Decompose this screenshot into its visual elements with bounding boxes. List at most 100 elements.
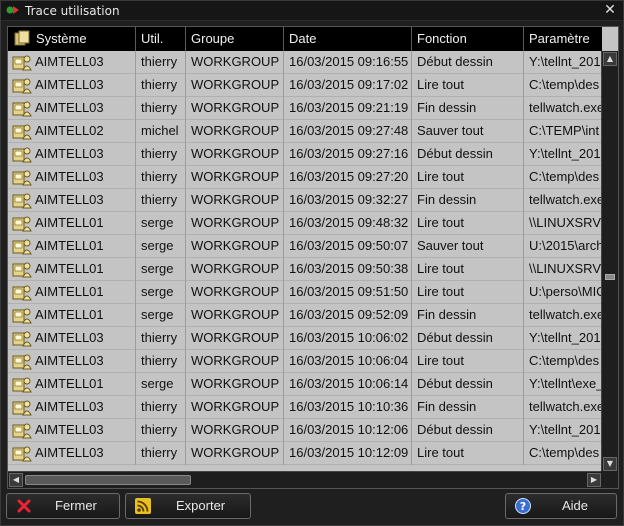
cell-fonction: Fin dessin: [412, 97, 524, 120]
computer-user-icon: [12, 193, 32, 209]
table-row[interactable]: AIMTELL03 thierry WORKGROUP 16/03/2015 09:1…: [8, 51, 602, 74]
help-button[interactable]: ? Aide: [505, 493, 617, 519]
computer-user-icon: [12, 400, 32, 416]
computer-user-icon: [12, 170, 32, 186]
table-row[interactable]: AIMTELL03 thierry WORKGROUP 16/03/2015 10:0…: [8, 350, 602, 373]
cell-parametre: Y:\tellnt\exe_: [529, 376, 602, 391]
cell-date: 16/03/2015 10:12:09: [284, 442, 412, 465]
cell-systeme: AIMTELL03: [8, 97, 136, 120]
vertical-scroll-thumb[interactable]: [605, 274, 615, 280]
cell-parametre: \\LINUXSRV\: [529, 261, 602, 276]
table-row[interactable]: AIMTELL03 thierry WORKGROUP 16/03/2015 09:1…: [8, 74, 602, 97]
table-row[interactable]: AIMTELL03 thierry WORKGROUP 16/03/2015 09:2…: [8, 166, 602, 189]
cell-parametre: C:\temp\des: [529, 169, 600, 184]
cell-fonction: Lire tout: [412, 212, 524, 235]
table-row[interactable]: AIMTELL03 thierry WORKGROUP 16/03/2015 10:1…: [8, 442, 602, 465]
cell-groupe: WORKGROUP: [186, 97, 284, 120]
cell-fonction: Sauver tout: [412, 235, 524, 258]
system-name: AIMTELL03: [35, 445, 104, 460]
trace-window: Trace utilisation ✕ Système Util. Groupe…: [0, 0, 624, 526]
cell-groupe: WORKGROUP: [186, 442, 284, 465]
cell-groupe: WORKGROUP: [186, 143, 284, 166]
computer-user-icon: [12, 101, 32, 117]
cell-systeme: AIMTELL03: [8, 166, 136, 189]
close-button[interactable]: Fermer: [6, 493, 120, 519]
cell-util: serge: [136, 281, 186, 304]
computer-user-icon: [12, 124, 32, 140]
scroll-left-button[interactable]: ◀: [9, 473, 23, 487]
cell-systeme: AIMTELL01: [8, 212, 136, 235]
system-name: AIMTELL03: [35, 146, 104, 161]
table-row[interactable]: AIMTELL01 serge WORKGROUP 16/03/2015 09:50:…: [8, 258, 602, 281]
scrollbar-corner: [601, 471, 618, 488]
table-row[interactable]: AIMTELL01 serge WORKGROUP 16/03/2015 09:52:…: [8, 304, 602, 327]
cell-util: serge: [136, 235, 186, 258]
horizontal-scroll-thumb[interactable]: [25, 475, 191, 485]
computer-user-icon: [12, 423, 32, 439]
system-name: AIMTELL01: [35, 284, 104, 299]
export-button[interactable]: Exporter: [125, 493, 251, 519]
cell-fonction: Début dessin: [412, 373, 524, 396]
computer-user-icon: [12, 308, 32, 324]
help-icon: ?: [515, 498, 531, 514]
cell-systeme: AIMTELL03: [8, 442, 136, 465]
column-header-groupe[interactable]: Groupe: [186, 27, 284, 51]
cell-date: 16/03/2015 10:12:06: [284, 419, 412, 442]
cell-groupe: WORKGROUP: [186, 304, 284, 327]
cell-systeme: AIMTELL01: [8, 281, 136, 304]
column-header-systeme[interactable]: Système: [8, 27, 136, 51]
system-icon: [14, 30, 30, 46]
scroll-down-button[interactable]: ▼: [603, 457, 617, 471]
scroll-up-button[interactable]: ▲: [603, 52, 617, 66]
cell-systeme: AIMTELL03: [8, 189, 136, 212]
cell-systeme: AIMTELL03: [8, 143, 136, 166]
horizontal-scrollbar[interactable]: ◀ ▶: [8, 471, 602, 488]
system-name: AIMTELL03: [35, 100, 104, 115]
close-window-button[interactable]: ✕: [603, 3, 617, 17]
table-row[interactable]: AIMTELL03 thierry WORKGROUP 16/03/2015 10:0…: [8, 327, 602, 350]
table-row[interactable]: AIMTELL03 thierry WORKGROUP 16/03/2015 10:1…: [8, 419, 602, 442]
system-name: AIMTELL03: [35, 169, 104, 184]
cell-fonction: Fin dessin: [412, 304, 524, 327]
cell-systeme: AIMTELL03: [8, 350, 136, 373]
table-row[interactable]: AIMTELL03 thierry WORKGROUP 16/03/2015 10:1…: [8, 396, 602, 419]
cell-parametre: tellwatch.exe: [529, 307, 602, 322]
rss-export-icon: [135, 498, 151, 514]
table-row[interactable]: AIMTELL01 serge WORKGROUP 16/03/2015 09:48:…: [8, 212, 602, 235]
cell-util: thierry: [136, 189, 186, 212]
cell-util: thierry: [136, 74, 186, 97]
cell-util: thierry: [136, 143, 186, 166]
cell-systeme: AIMTELL02: [8, 120, 136, 143]
cell-parametre: tellwatch.exe: [529, 192, 602, 207]
cell-date: 16/03/2015 09:27:16: [284, 143, 412, 166]
system-name: AIMTELL01: [35, 261, 104, 276]
cell-fonction: Lire tout: [412, 74, 524, 97]
cell-date: 16/03/2015 09:16:55: [284, 51, 412, 74]
table-row[interactable]: AIMTELL01 serge WORKGROUP 16/03/2015 10:06:…: [8, 373, 602, 396]
cell-date: 16/03/2015 09:50:38: [284, 258, 412, 281]
system-name: AIMTELL03: [35, 192, 104, 207]
column-header-date[interactable]: Date: [284, 27, 412, 51]
table-row[interactable]: AIMTELL03 thierry WORKGROUP 16/03/2015 09:2…: [8, 97, 602, 120]
system-name: AIMTELL03: [35, 422, 104, 437]
cell-groupe: WORKGROUP: [186, 120, 284, 143]
cell-parametre: tellwatch.exe: [529, 100, 602, 115]
table-row[interactable]: AIMTELL03 thierry WORKGROUP 16/03/2015 09:3…: [8, 189, 602, 212]
trace-table: Système Util. Groupe Date Fonction Param…: [7, 26, 619, 489]
column-header-parametre[interactable]: Paramètre: [524, 27, 602, 51]
title-bar: Trace utilisation ✕: [1, 1, 623, 21]
vertical-scrollbar[interactable]: ▲ ▼: [601, 51, 618, 472]
cell-date: 16/03/2015 10:06:04: [284, 350, 412, 373]
scroll-right-button[interactable]: ▶: [587, 473, 601, 487]
cell-systeme: AIMTELL01: [8, 258, 136, 281]
cell-fonction: Lire tout: [412, 166, 524, 189]
cell-groupe: WORKGROUP: [186, 350, 284, 373]
table-row[interactable]: AIMTELL01 serge WORKGROUP 16/03/2015 09:51:…: [8, 281, 602, 304]
column-header-fonction[interactable]: Fonction: [412, 27, 524, 51]
table-row[interactable]: AIMTELL03 thierry WORKGROUP 16/03/2015 09:2…: [8, 143, 602, 166]
table-row[interactable]: AIMTELL01 serge WORKGROUP 16/03/2015 09:50:…: [8, 235, 602, 258]
column-header-util[interactable]: Util.: [136, 27, 186, 51]
cell-systeme: AIMTELL03: [8, 74, 136, 97]
cell-fonction: Début dessin: [412, 51, 524, 74]
table-row[interactable]: AIMTELL02 michel WORKGROUP 16/03/2015 09:27…: [8, 120, 602, 143]
